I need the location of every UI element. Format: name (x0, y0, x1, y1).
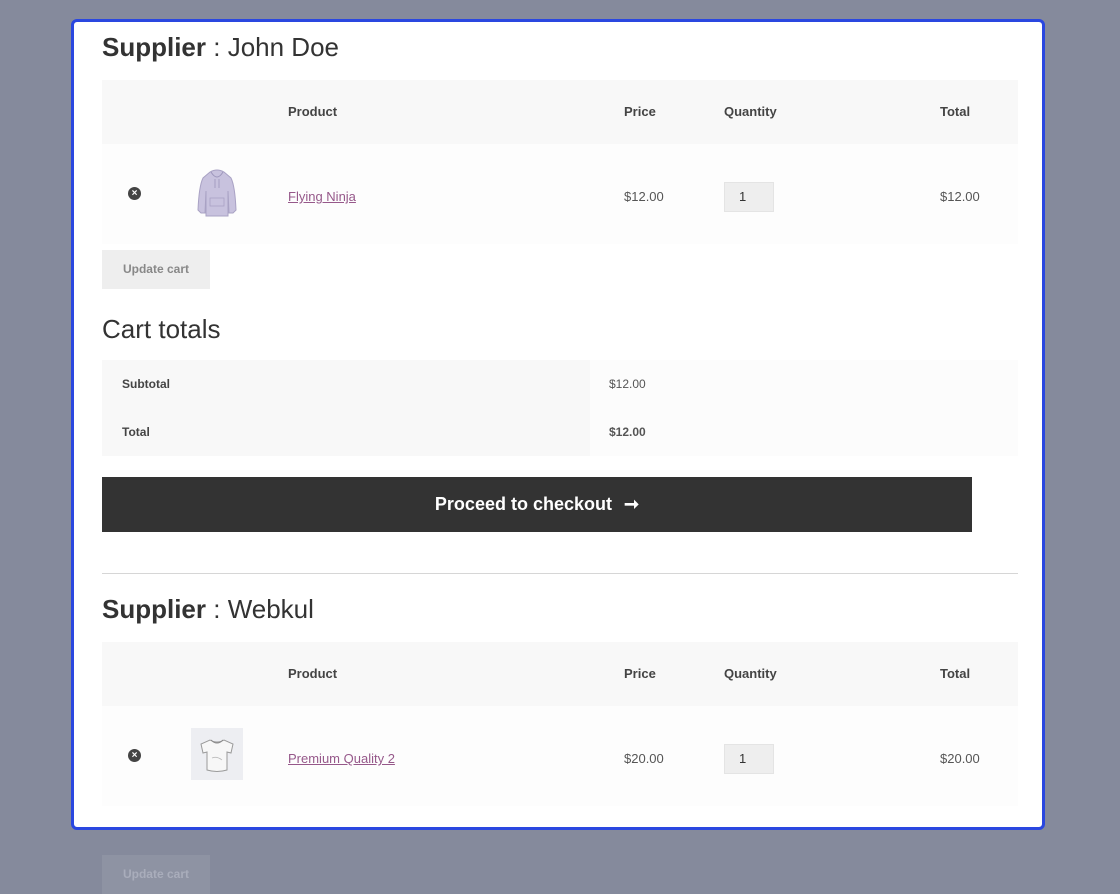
supplier-label: Supplier (102, 32, 207, 62)
subtotal-label: Subtotal (122, 377, 170, 391)
header-product: Product (288, 104, 338, 119)
supplier-separator: : (206, 594, 228, 624)
remove-item-icon[interactable]: × (128, 749, 141, 762)
subtotal-label-cell (102, 360, 590, 408)
cart-frame: Supplier : John Doe Product Price Quanti… (71, 19, 1045, 830)
supplier-name: Webkul (227, 594, 314, 624)
cart-totals-table: Subtotal $12.00 Total $12.00 (102, 360, 1018, 456)
cart-table: Product Price Quantity Total × Flying Ni… (102, 80, 1018, 244)
subtotal-value-cell (590, 360, 1018, 408)
hoodie-image[interactable] (191, 166, 243, 218)
supplier-name: John Doe (227, 32, 339, 62)
update-cart-button[interactable]: Update cart (102, 250, 210, 289)
supplier-heading: Supplier : Webkul (102, 594, 314, 625)
checkout-label: Proceed to checkout (434, 494, 612, 514)
cart-totals-title: Cart totals (102, 314, 221, 344)
product-link[interactable]: Premium Quality 2 (288, 751, 395, 766)
header-price: Price (624, 666, 656, 681)
header-quantity: Quantity (724, 666, 777, 681)
remove-item-icon[interactable]: × (128, 187, 141, 200)
total-value-cell (590, 408, 1018, 456)
subtotal-value: $12.00 (609, 377, 646, 391)
header-price: Price (624, 104, 656, 119)
total-label: Total (122, 425, 150, 439)
total-row: Total $12.00 (102, 408, 1018, 456)
total-label-cell (102, 408, 590, 456)
table-header: Product Price Quantity Total (102, 642, 1018, 706)
update-cart-button[interactable]: Update cart (102, 855, 210, 894)
supplier-separator: : (206, 32, 228, 62)
quantity-input[interactable]: 1 (724, 744, 774, 774)
product-link[interactable]: Flying Ninja (288, 189, 356, 204)
header-total: Total (940, 666, 971, 681)
subtotal-row: Subtotal $12.00 (102, 360, 1018, 408)
header-product: Product (288, 666, 338, 681)
item-price: $20.00 (624, 751, 664, 766)
proceed-to-checkout-button[interactable]: Proceed to checkout ➞ (102, 477, 972, 532)
arrow-right-icon: ➞ (623, 494, 640, 514)
table-row: × Premium Quality 2 $20.00 1 $20.00 (102, 706, 1018, 806)
cart-table: Product Price Quantity Total × Premium Q… (102, 642, 1018, 806)
total-value: $12.00 (609, 425, 646, 439)
table-row: × Flying Ninja $12.00 1 $12.00 (102, 144, 1018, 244)
supplier-heading: Supplier : John Doe (102, 32, 339, 63)
item-total: $12.00 (940, 189, 980, 204)
supplier-label: Supplier (102, 594, 207, 624)
quantity-input[interactable]: 1 (724, 182, 774, 212)
header-total: Total (940, 104, 971, 119)
item-total: $20.00 (940, 751, 980, 766)
divider (102, 573, 1018, 574)
tshirt-image[interactable] (191, 728, 243, 780)
table-header: Product Price Quantity Total (102, 80, 1018, 144)
header-quantity: Quantity (724, 104, 777, 119)
item-price: $12.00 (624, 189, 664, 204)
